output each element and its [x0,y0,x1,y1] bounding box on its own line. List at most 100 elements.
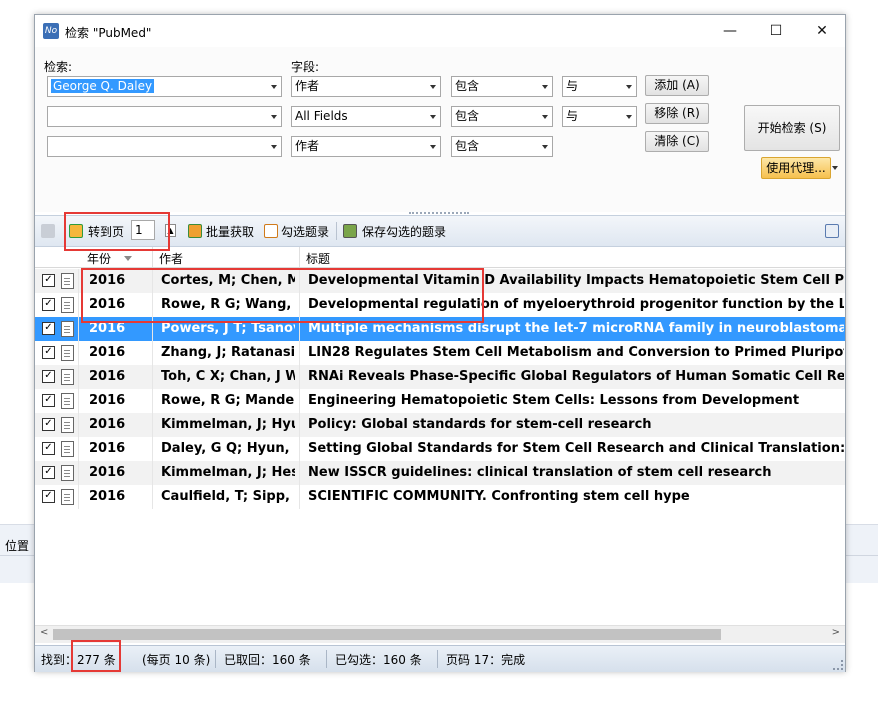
chevron-down-icon [271,115,277,119]
save-checked-button[interactable]: 保存勾选的题录 [362,223,446,240]
table-row[interactable]: ✓ 2016 Zhang, J; Ratanasirir LIN28 Regulate… [35,341,845,365]
cell-divider [78,341,79,365]
chevron-down-icon [271,85,277,89]
cell-title: SCIENTIFIC COMMUNITY. Confronting stem c… [308,489,690,504]
cell-authors: Powers, J T; Tsanov, [161,321,295,336]
maximize-button[interactable]: ☐ [753,15,799,47]
search-term-combo-2[interactable] [47,106,282,127]
match-value-3: 包含 [455,139,480,153]
cell-title: Policy: Global standards for stem-cell r… [308,417,652,432]
match-combo-1[interactable]: 包含 [451,76,553,97]
cell-divider [299,341,300,365]
chevron-down-icon [542,115,548,119]
logic-combo-1[interactable]: 与 [562,76,637,97]
batch-fetch-button[interactable]: 批量获取 [206,223,254,240]
cell-authors: Kimmelman, J; Hesl [161,465,295,480]
chevron-down-icon [430,85,436,89]
row-checkbox[interactable]: ✓ [42,466,55,479]
row-checkbox[interactable]: ✓ [42,418,55,431]
column-header-title[interactable]: 标题 [306,250,330,267]
proxy-dropdown-icon[interactable] [832,166,838,170]
field-value-3: 作者 [295,139,320,153]
settings-icon[interactable] [825,224,839,238]
clear-button[interactable]: 清除 (C) [645,131,709,152]
status-separator [437,650,438,668]
column-divider[interactable] [299,247,300,267]
row-checkbox[interactable]: ✓ [42,394,55,407]
cell-title: Multiple mechanisms disrupt the let-7 mi… [308,321,844,336]
column-header-author[interactable]: 作者 [159,250,183,267]
match-combo-3[interactable]: 包含 [451,136,553,157]
cell-divider [78,413,79,437]
chevron-down-icon [430,145,436,149]
row-checkbox[interactable]: ✓ [42,490,55,503]
row-checkbox[interactable]: ✓ [42,298,55,311]
background-position-label: 位置 [5,539,30,553]
close-button[interactable]: ✕ [799,15,845,47]
chevron-down-icon [542,85,548,89]
toolbar-separator [336,222,337,240]
prev-page-icon[interactable] [41,224,55,238]
highlight-box-count [71,640,121,672]
logic-value-2: 与 [566,109,579,123]
chevron-down-icon [271,145,277,149]
cell-authors: Toh, C X; Chan, J W;. [161,369,295,384]
batch-fetch-icon[interactable] [188,224,202,238]
cell-year: 2016 [89,369,126,384]
match-combo-2[interactable]: 包含 [451,106,553,127]
start-search-button[interactable]: 开始检索 (S) [744,105,840,151]
table-row[interactable]: ✓ 2016 Rowe, R G; Mandelb Engineering Hemat… [35,389,845,413]
cell-title: Engineering Hematopoietic Stem Cells: Le… [308,393,800,408]
table-row[interactable]: ✓ 2016 Caulfield, T; Sipp, D; SCIENTIFIC CO… [35,485,845,509]
check-records-icon[interactable] [264,224,278,238]
status-separator [215,650,216,668]
remove-button[interactable]: 移除 (R) [645,103,709,124]
document-icon [61,297,74,313]
minimize-button[interactable]: — [707,15,753,47]
horizontal-scrollbar[interactable]: < > [35,625,845,643]
table-row[interactable]: ✓ 2016 Kimmelman, J; Hesl New ISSCR guideli… [35,461,845,485]
field-combo-3[interactable]: 作者 [291,136,441,157]
title-bar[interactable]: No 检索 "PubMed" — ☐ ✕ [35,15,845,47]
match-value-1: 包含 [455,79,480,93]
scrollbar-thumb[interactable] [53,629,721,640]
cell-divider [78,365,79,389]
resize-grip-icon[interactable] [833,660,843,670]
logic-combo-2[interactable]: 与 [562,106,637,127]
search-term-combo-1[interactable]: George Q. Daley [47,76,282,97]
scroll-left-icon[interactable]: < [40,627,48,638]
cell-title: Setting Global Standards for Stem Cell R… [308,441,844,456]
window-title: 检索 "PubMed" [65,26,152,40]
save-checked-icon[interactable] [343,224,357,238]
table-row[interactable]: ✓ 2016 Kimmelman, J; Hyun Policy: Global st… [35,413,845,437]
scroll-right-icon[interactable]: > [832,627,840,638]
field-combo-1[interactable]: 作者 [291,76,441,97]
cell-year: 2016 [89,489,126,504]
field-combo-2[interactable]: All Fields [291,106,441,127]
row-checkbox[interactable]: ✓ [42,346,55,359]
sort-desc-icon [124,256,132,261]
table-row[interactable]: ✓ 2016 Toh, C X; Chan, J W;. RNAi Reveals P… [35,365,845,389]
app-icon: No [43,23,59,39]
cell-divider [299,389,300,413]
table-row[interactable]: ✓ 2016 Daley, G Q; Hyun, I; Setting Global … [35,437,845,461]
check-records-button[interactable]: 勾选题录 [281,223,329,240]
add-button[interactable]: 添加 (A) [645,75,709,96]
document-icon [61,489,74,505]
cell-year: 2016 [89,345,126,360]
use-proxy-button[interactable]: 使用代理... [761,157,831,179]
search-term-combo-3[interactable] [47,136,282,157]
row-checkbox[interactable]: ✓ [42,370,55,383]
cell-year: 2016 [89,321,126,336]
match-value-2: 包含 [455,109,480,123]
column-header-year[interactable]: 年份 [87,250,111,267]
search-form: 检索: 字段: George Q. Daley 作者 包含 与 添加 (A) A… [35,47,845,212]
cell-divider [78,317,79,341]
status-bar: 找到： 277 条 (每页 10 条) 已取回：160 条 已勾选：160 条 … [35,645,845,672]
row-checkbox[interactable]: ✓ [42,442,55,455]
row-checkbox[interactable]: ✓ [42,274,55,287]
cell-authors: Zhang, J; Ratanasirir [161,345,295,360]
highlight-box-goto [64,212,170,251]
cell-authors: Rowe, R G; Mandelb [161,393,295,408]
row-checkbox[interactable]: ✓ [42,322,55,335]
